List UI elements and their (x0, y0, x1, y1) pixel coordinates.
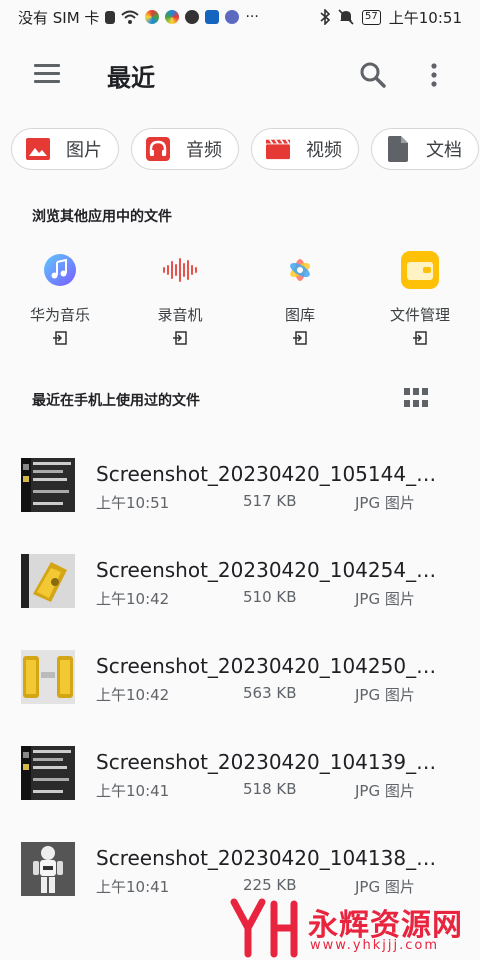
file-name: Screenshot_20230420_105144_co... (96, 462, 446, 486)
watermark-url: www.yhkjjj.com (310, 938, 440, 953)
carrier-text: 没有 SIM 卡 (18, 8, 100, 27)
file-time: 上午10:42 (96, 686, 170, 704)
file-row[interactable]: Screenshot_20230420_104250_co... 上午10:42… (0, 632, 480, 728)
chip-label: 图片 (66, 140, 102, 161)
file-thumbnail (21, 458, 75, 512)
watermark-logo-icon (230, 898, 298, 958)
battery-indicator: 57 (362, 9, 381, 25)
chip-label: 音频 (186, 140, 222, 161)
file-time: 上午10:41 (96, 878, 170, 896)
file-time: 上午10:42 (96, 590, 170, 608)
app-file-manager[interactable]: 文件管理 (360, 250, 480, 345)
app-bar: 最近 (0, 44, 480, 108)
file-size: 517 KB (243, 492, 297, 510)
app-name: 文件管理 (389, 306, 450, 324)
file-type: JPG 图片 (355, 494, 415, 512)
recent-files-list: Screenshot_20230420_105144_co... 上午10:51… (0, 440, 480, 920)
bluetooth-icon (320, 9, 331, 25)
gallery-app-icon (280, 250, 320, 290)
app-name: 录音机 (157, 306, 203, 324)
file-row[interactable]: Screenshot_20230420_105144_co... 上午10:51… (0, 440, 480, 536)
chip-audio[interactable]: 音频 (131, 128, 239, 170)
more-vert-icon[interactable] (420, 60, 448, 90)
app-notification-icon (185, 10, 200, 24)
file-time: 上午10:51 (96, 494, 170, 512)
file-thumbnail (21, 650, 75, 704)
file-type: JPG 图片 (355, 686, 415, 704)
clock: 上午10:51 (388, 8, 462, 27)
file-name: Screenshot_20230420_104139_co... (96, 750, 446, 774)
app-notification-icon (205, 10, 220, 24)
category-chips: 图片 音频 视频 文档 (11, 128, 479, 170)
site-watermark: 永辉资源网 www.yhkjjj.com (228, 898, 476, 958)
other-apps-list: 华为音乐 录音机 图库 文件管理 (0, 250, 480, 345)
file-size: 518 KB (243, 780, 297, 798)
wifi-icon (121, 10, 140, 24)
chip-label: 文档 (426, 140, 462, 161)
document-icon (386, 136, 410, 162)
chip-video[interactable]: 视频 (251, 128, 359, 170)
search-icon[interactable] (358, 60, 388, 90)
sim-alert-icon (105, 10, 116, 24)
file-name: Screenshot_20230420_104138_co... (96, 846, 446, 870)
chip-documents[interactable]: 文档 (371, 128, 479, 170)
more-notifications-icon: ··· (245, 9, 259, 25)
recorder-app-icon (160, 250, 200, 290)
open-in-icon (413, 331, 427, 345)
file-time: 上午10:41 (96, 782, 170, 800)
mute-icon (338, 9, 354, 25)
open-in-icon (53, 331, 67, 345)
file-type: JPG 图片 (355, 782, 415, 800)
file-thumbnail (21, 842, 75, 896)
file-row[interactable]: Screenshot_20230420_104254_co... 上午10:42… (0, 536, 480, 632)
recent-section-label: 最近在手机上使用过的文件 (32, 393, 200, 409)
chip-images[interactable]: 图片 (11, 128, 119, 170)
app-recorder[interactable]: 录音机 (120, 250, 240, 345)
hamburger-menu-icon[interactable] (34, 64, 60, 86)
chip-label: 视频 (306, 140, 342, 161)
page-title: 最近 (107, 64, 155, 92)
clapperboard-icon (266, 137, 290, 161)
file-name: Screenshot_20230420_104250_co... (96, 654, 446, 678)
app-name: 图库 (284, 306, 315, 324)
file-row[interactable]: Screenshot_20230420_104139_co... 上午10:41… (0, 728, 480, 824)
music-app-icon (40, 250, 80, 290)
file-size: 225 KB (243, 876, 297, 894)
headphones-icon (146, 137, 170, 161)
app-name: 华为音乐 (29, 306, 90, 324)
file-manager-app-icon (400, 250, 440, 290)
file-name: Screenshot_20230420_104254_co... (96, 558, 446, 582)
image-icon (26, 137, 50, 161)
browse-section-label: 浏览其他应用中的文件 (32, 209, 172, 225)
file-thumbnail (21, 746, 75, 800)
open-in-icon (173, 331, 187, 345)
app-notification-icon (165, 10, 180, 24)
app-huawei-music[interactable]: 华为音乐 (0, 250, 120, 345)
file-size: 563 KB (243, 684, 297, 702)
file-thumbnail (21, 554, 75, 608)
status-bar: 没有 SIM 卡 ··· 57 上午10:51 (0, 0, 480, 34)
app-notification-icon (145, 10, 160, 24)
file-type: JPG 图片 (355, 878, 415, 896)
file-type: JPG 图片 (355, 590, 415, 608)
open-in-icon (293, 331, 307, 345)
file-size: 510 KB (243, 588, 297, 606)
music-notification-icon (225, 10, 240, 24)
grid-view-icon[interactable] (404, 388, 428, 408)
app-gallery[interactable]: 图库 (240, 250, 360, 345)
